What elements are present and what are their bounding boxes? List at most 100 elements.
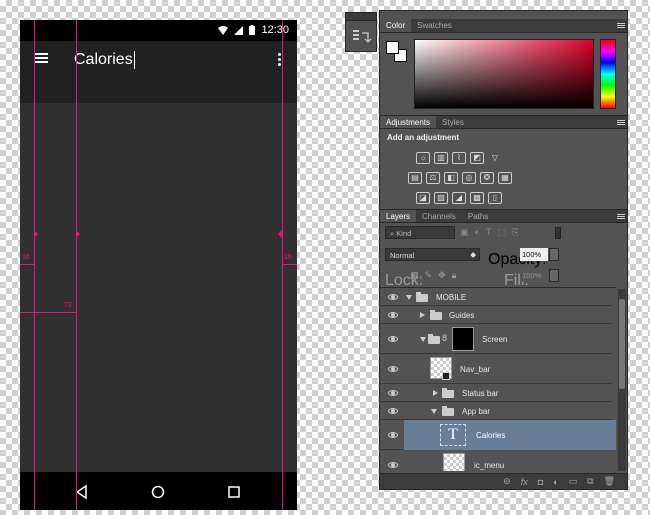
- filter-toggle[interactable]: [555, 227, 561, 239]
- tab-styles[interactable]: Styles: [436, 116, 470, 128]
- channel-mixer-icon[interactable]: ❂: [480, 172, 494, 184]
- tab-adjustments[interactable]: Adjustments: [380, 116, 437, 128]
- tab-channels[interactable]: Channels: [416, 210, 462, 222]
- history-icon[interactable]: [351, 27, 373, 49]
- visibility-eye-icon[interactable]: [388, 408, 398, 414]
- layer-mask-thumbnail: [452, 327, 474, 351]
- guide-horizontal-left: [20, 264, 34, 265]
- tab-swatches[interactable]: Swatches: [411, 19, 458, 32]
- threshold-icon[interactable]: ◢: [452, 192, 466, 204]
- wifi-icon: [218, 25, 229, 35]
- layer-row[interactable]: App bar: [380, 402, 612, 420]
- brightness-icon[interactable]: ☼: [416, 152, 430, 164]
- tab-layers[interactable]: Layers: [380, 210, 417, 222]
- filter-type-icon[interactable]: T: [486, 227, 492, 238]
- layer-name: Calories: [476, 431, 506, 440]
- folder-icon: [442, 406, 454, 416]
- photo-filter-icon[interactable]: ◎: [462, 172, 476, 184]
- panel-menu-icon[interactable]: [617, 210, 627, 222]
- panel-menu-icon[interactable]: [617, 19, 627, 32]
- blend-mode-select[interactable]: Normal ◆: [385, 248, 480, 261]
- tab-color[interactable]: Color: [380, 19, 412, 32]
- filter-adjustment-icon[interactable]: ◐: [475, 227, 480, 238]
- posterize-icon[interactable]: ▨: [434, 192, 448, 204]
- hue-slider[interactable]: [600, 39, 616, 109]
- disclosure-down-icon[interactable]: [406, 295, 412, 300]
- layers-scrollbar[interactable]: [618, 289, 626, 471]
- guide-marker-keyline: [76, 230, 80, 238]
- opacity-dropdown[interactable]: [549, 248, 559, 261]
- opacity-field[interactable]: 100%: [520, 248, 548, 261]
- layer-filter-kind[interactable]: ⌕ Kind: [385, 226, 455, 239]
- layer-row[interactable]: Nav_bar: [380, 354, 612, 384]
- disclosure-right-icon[interactable]: [420, 312, 425, 318]
- visibility-eye-icon[interactable]: [388, 294, 398, 300]
- home-icon[interactable]: [150, 484, 166, 500]
- color-spectrum-field[interactable]: [414, 39, 594, 109]
- disclosure-down-icon[interactable]: [431, 409, 437, 414]
- layer-row[interactable]: 8 Screen: [380, 324, 612, 354]
- disclosure-down-icon[interactable]: [420, 337, 426, 342]
- tab-paths[interactable]: Paths: [462, 210, 494, 222]
- filter-pixel-icon[interactable]: ▣: [460, 227, 469, 238]
- layer-row[interactable]: Guides: [380, 306, 612, 324]
- delete-layer-icon[interactable]: 🗑︎: [604, 476, 615, 487]
- opacity-value: 100%: [522, 250, 542, 259]
- visibility-eye-icon[interactable]: [388, 366, 398, 372]
- curves-icon[interactable]: ⌇: [452, 152, 466, 164]
- layer-name: ic_menu: [474, 461, 505, 470]
- search-icon: ⌕: [390, 229, 395, 238]
- adjustments-heading: Add an adjustment: [387, 133, 460, 142]
- vibrance-icon[interactable]: ▽: [488, 153, 502, 165]
- lock-position-icon[interactable]: ✥: [438, 270, 446, 281]
- hamburger-icon[interactable]: [34, 53, 48, 63]
- new-adjustment-icon[interactable]: ◐: [553, 477, 558, 487]
- app-bar-title: Calories: [74, 51, 135, 69]
- color-swatches-fg-bg[interactable]: [386, 41, 408, 63]
- recents-icon[interactable]: [226, 484, 242, 500]
- visibility-eye-icon[interactable]: [388, 432, 398, 438]
- filter-smart-icon[interactable]: ⎘: [512, 227, 519, 238]
- fill-field[interactable]: 100%: [520, 269, 548, 282]
- battery-icon: [249, 25, 256, 35]
- panel-menu-icon[interactable]: [617, 116, 627, 128]
- black-white-icon[interactable]: ◧: [444, 172, 458, 184]
- fx-icon[interactable]: fx: [521, 477, 528, 487]
- layer-row-selected[interactable]: T Calories: [380, 420, 616, 450]
- hue-saturation-icon[interactable]: ▤: [408, 172, 422, 184]
- gradient-map-icon[interactable]: ▩: [470, 192, 484, 204]
- layers-panel-tabs: Layers Channels Paths: [380, 209, 627, 223]
- app-bar: Calories: [20, 41, 297, 103]
- add-mask-icon[interactable]: ◘: [538, 477, 543, 487]
- color-lookup-icon[interactable]: ▦: [498, 172, 512, 184]
- selective-color-icon[interactable]: ▯: [488, 192, 502, 204]
- lock-pixels-icon[interactable]: ✎: [425, 270, 433, 281]
- visibility-eye-icon[interactable]: [388, 462, 398, 468]
- new-layer-icon[interactable]: ⧉: [587, 476, 593, 487]
- filter-shape-icon[interactable]: ⬚: [497, 227, 506, 238]
- lock-transparency-icon[interactable]: ▦: [410, 270, 419, 281]
- disclosure-right-icon[interactable]: [433, 390, 438, 396]
- lock-all-icon[interactable]: 🔒︎: [452, 270, 457, 281]
- layer-row[interactable]: ic_menu: [380, 450, 612, 471]
- adjustments-icon-row-2: ▤ ⚖ ◧ ◎ ❂ ▦: [406, 167, 514, 185]
- layer-row[interactable]: MOBILE: [380, 288, 612, 306]
- tools-strip: [345, 12, 377, 52]
- visibility-eye-icon[interactable]: [388, 390, 398, 396]
- link-layers-icon[interactable]: ⊖: [503, 476, 511, 487]
- status-bar: 12:30: [20, 20, 297, 41]
- folder-icon: [442, 388, 454, 398]
- guide-right-margin: [282, 20, 283, 510]
- layer-row[interactable]: Status bar: [380, 384, 612, 402]
- invert-icon[interactable]: ◪: [416, 192, 430, 204]
- color-balance-icon[interactable]: ⚖: [426, 172, 440, 184]
- exposure-icon[interactable]: ◩: [470, 152, 484, 164]
- layer-name: Screen: [482, 335, 508, 344]
- visibility-eye-icon[interactable]: [388, 312, 398, 318]
- overflow-menu-icon[interactable]: [278, 53, 281, 68]
- new-group-icon[interactable]: ▭: [569, 476, 578, 487]
- fill-dropdown[interactable]: [549, 269, 559, 282]
- visibility-eye-icon[interactable]: [388, 336, 398, 342]
- levels-icon[interactable]: ▥: [434, 152, 448, 164]
- scrollbar-thumb[interactable]: [619, 299, 625, 389]
